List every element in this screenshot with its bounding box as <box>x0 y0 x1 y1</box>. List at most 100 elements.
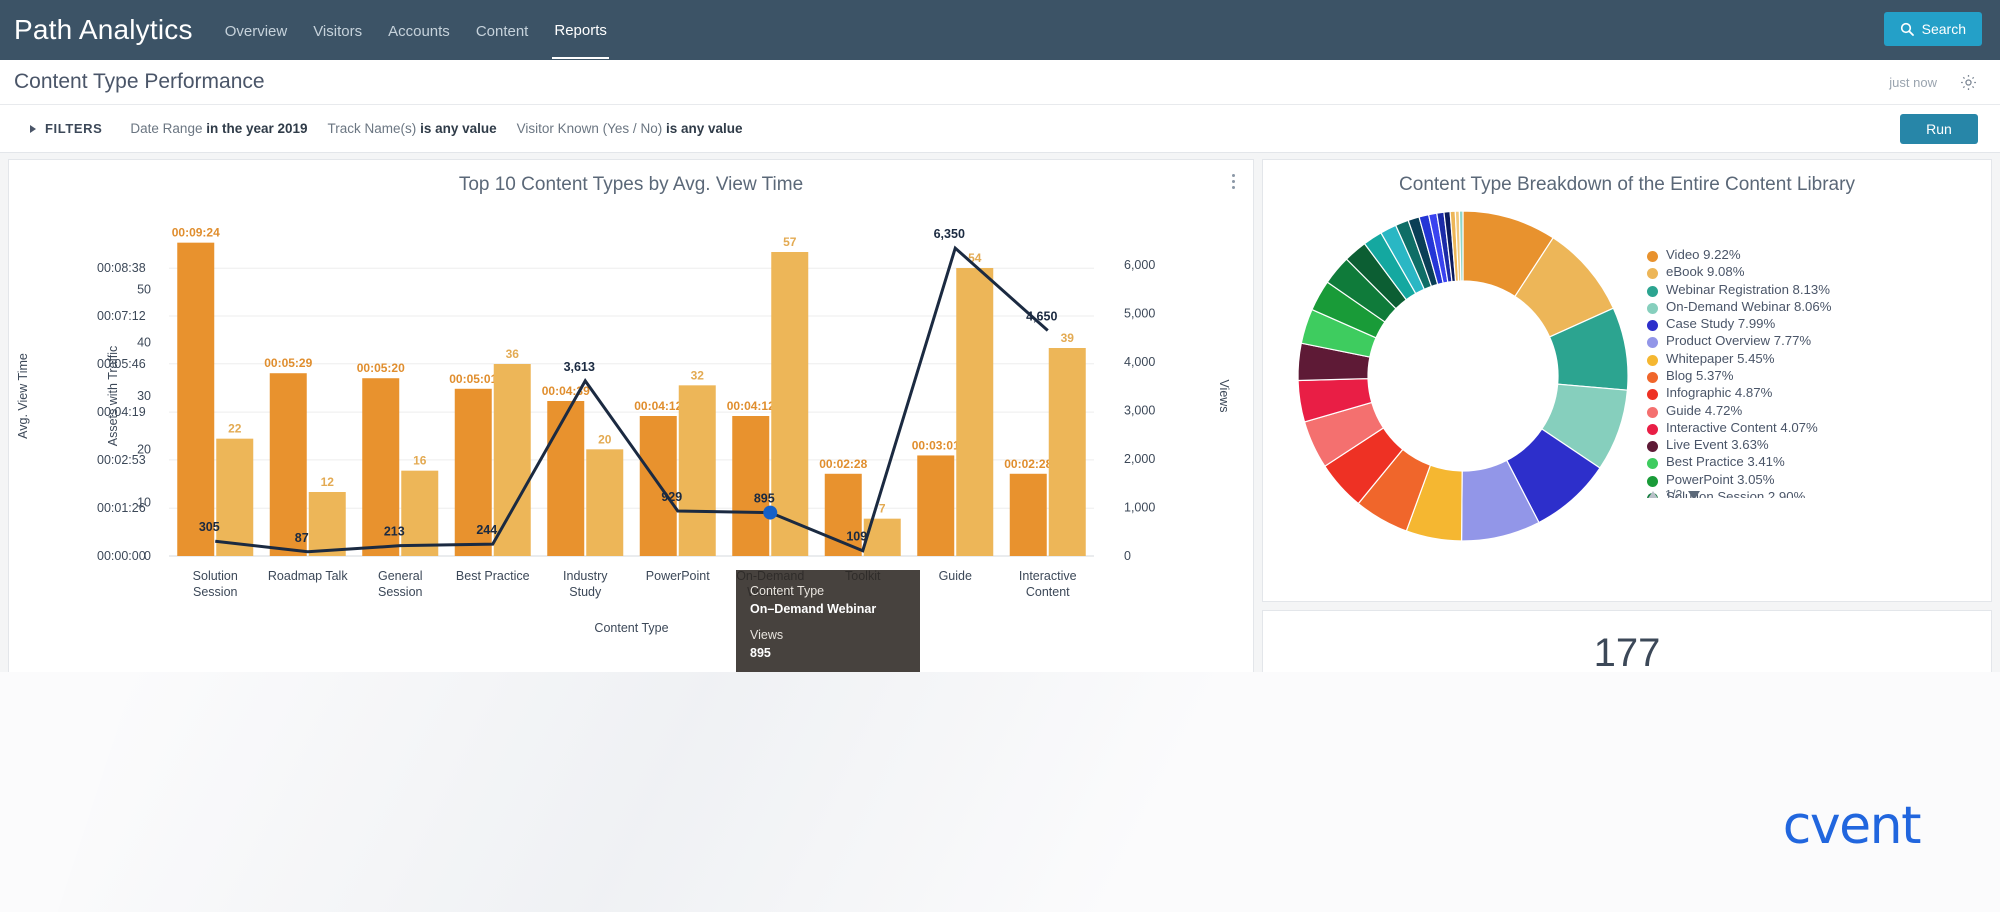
donut-legend-label: Webinar Registration 8.13% <box>1666 283 1977 298</box>
gear-icon[interactable] <box>1959 73 1978 92</box>
background-watermark <box>25 672 1555 912</box>
nav-item-accounts[interactable]: Accounts <box>386 3 452 58</box>
donut-legend-label: PowerPoint 3.05% <box>1666 473 1977 488</box>
svg-text:00:02:28: 00:02:28 <box>1004 457 1052 471</box>
app-brand-title: Path Analytics <box>14 14 193 46</box>
donut-legend-label: Blog 5.37% <box>1666 369 1977 384</box>
donut-legend-item[interactable]: Whitepaper 5.45% <box>1647 352 1977 367</box>
svg-text:Avg. View Time: Avg. View Time <box>16 353 30 439</box>
svg-text:36: 36 <box>506 347 520 361</box>
filter-chip-date-range[interactable]: Date Range in the year 2019 <box>130 121 307 136</box>
donut-legend-label: Solution Session 2.90% <box>1666 490 1977 498</box>
donut-legend-item[interactable]: Best Practice 3.41% <box>1647 455 1977 470</box>
svg-text:4,000: 4,000 <box>1124 355 1155 369</box>
svg-text:0: 0 <box>144 549 151 563</box>
svg-text:6,350: 6,350 <box>934 227 965 241</box>
svg-text:32: 32 <box>691 368 705 382</box>
donut-legend-item[interactable]: Webinar Registration 8.13% <box>1647 283 1977 298</box>
legend-dot-icon <box>1647 476 1658 487</box>
nav-item-content[interactable]: Content <box>474 3 531 58</box>
report-title-bar: Content Type Performance just now <box>0 60 2000 105</box>
filter-name: Visitor Known (Yes / No) <box>517 121 663 136</box>
donut-chart-tile: Content Type Breakdown of the Entire Con… <box>1262 159 1992 602</box>
nav-item-overview[interactable]: Overview <box>223 3 290 58</box>
svg-text:Session: Session <box>193 585 238 599</box>
svg-text:General: General <box>378 569 422 583</box>
donut-legend-item[interactable]: Case Study 7.99% <box>1647 317 1977 332</box>
svg-text:2,000: 2,000 <box>1124 452 1155 466</box>
legend-dot-icon <box>1647 303 1658 314</box>
page-footer: cvent <box>0 672 2000 912</box>
donut-legend-label: Whitepaper 5.45% <box>1666 352 1977 367</box>
legend-dot-icon <box>1647 389 1658 400</box>
donut-legend-item[interactable]: Infographic 4.87% <box>1647 386 1977 401</box>
svg-text:00:02:28: 00:02:28 <box>819 457 867 471</box>
bar-chart-tile: Top 10 Content Types by Avg. View Time 0… <box>8 159 1254 720</box>
donut-legend-item[interactable]: Live Event 3.63% <box>1647 438 1977 453</box>
kpi-value: 177 <box>1594 632 1661 674</box>
dashboard-area: Top 10 Content Types by Avg. View Time 0… <box>0 153 2000 720</box>
last-updated-timestamp: just now <box>1889 75 1937 90</box>
donut-legend-item[interactable]: Video 9.22% <box>1647 248 1977 263</box>
triangle-up-icon[interactable] <box>1647 491 1659 499</box>
filter-chip-track-names[interactable]: Track Name(s) is any value <box>328 121 497 136</box>
svg-text:Guide: Guide <box>939 569 972 583</box>
legend-dot-icon <box>1647 424 1658 435</box>
svg-text:Assets with Traffic: Assets with Traffic <box>106 346 120 447</box>
triangle-down-icon[interactable] <box>1688 491 1700 499</box>
svg-text:Solution: Solution <box>193 569 238 583</box>
main-nav-links: Overview Visitors Accounts Content Repor… <box>223 2 609 59</box>
donut-legend-item[interactable]: PowerPoint 3.05% <box>1647 473 1977 488</box>
svg-text:Content Type: Content Type <box>594 621 668 635</box>
run-button[interactable]: Run <box>1900 114 1978 144</box>
search-button[interactable]: Search <box>1884 12 1982 46</box>
donut-legend-label: Product Overview 7.77% <box>1666 334 1977 349</box>
svg-text:00:03:01: 00:03:01 <box>912 438 960 452</box>
svg-text:244: 244 <box>476 523 497 537</box>
nav-item-reports[interactable]: Reports <box>552 2 609 59</box>
svg-text:7: 7 <box>879 502 886 516</box>
right-column: Content Type Breakdown of the Entire Con… <box>1262 159 1992 720</box>
search-button-label: Search <box>1922 21 1966 37</box>
donut-legend-item[interactable]: On-Demand Webinar 8.06% <box>1647 300 1977 315</box>
title-bar-actions: just now <box>1889 73 1978 92</box>
svg-text:Content: Content <box>1026 585 1070 599</box>
donut-legend-pager: 1/2 <box>1647 488 1700 498</box>
svg-text:40: 40 <box>137 336 151 350</box>
donut-legend-label: Case Study 7.99% <box>1666 317 1977 332</box>
legend-dot-icon <box>1647 286 1658 297</box>
svg-text:00:07:12: 00:07:12 <box>97 309 146 323</box>
svg-text:Views: Views <box>1217 379 1231 412</box>
donut-legend-page-indicator: 1/2 <box>1665 488 1682 498</box>
donut-legend-item[interactable]: Blog 5.37% <box>1647 369 1977 384</box>
svg-text:10: 10 <box>137 496 151 510</box>
svg-text:00:04:12: 00:04:12 <box>634 399 682 413</box>
svg-text:30: 30 <box>137 389 151 403</box>
donut-legend-item[interactable]: Guide 4.72% <box>1647 404 1977 419</box>
filters-bar: FILTERS Date Range in the year 2019 Trac… <box>0 105 2000 153</box>
svg-text:1,000: 1,000 <box>1124 501 1155 515</box>
bar-chart-title: Top 10 Content Types by Avg. View Time <box>9 160 1253 196</box>
filter-value: is any value <box>420 121 497 136</box>
filter-value: in the year 2019 <box>206 121 307 136</box>
legend-dot-icon <box>1647 268 1658 279</box>
donut-legend-label: On-Demand Webinar 8.06% <box>1666 300 1977 315</box>
donut-legend-item[interactable]: eBook 9.08% <box>1647 265 1977 280</box>
filter-chip-visitor-known[interactable]: Visitor Known (Yes / No) is any value <box>517 121 743 136</box>
svg-text:16: 16 <box>413 454 427 468</box>
filters-toggle[interactable]: FILTERS <box>30 121 102 136</box>
svg-text:39: 39 <box>1061 331 1075 345</box>
kebab-menu-icon[interactable] <box>1232 174 1235 189</box>
nav-item-visitors[interactable]: Visitors <box>311 3 364 58</box>
donut-chart-legend: Video 9.22% eBook 9.08% Webinar Registrati… <box>1647 248 1977 498</box>
donut-legend-item[interactable]: Interactive Content 4.07% <box>1647 421 1977 436</box>
svg-text:0: 0 <box>1124 549 1131 563</box>
donut-legend-item[interactable]: Product Overview 7.77% <box>1647 334 1977 349</box>
svg-text:00:05:01: 00:05:01 <box>449 372 497 386</box>
svg-text:00:00:00: 00:00:00 <box>97 549 146 563</box>
svg-text:87: 87 <box>295 531 309 545</box>
page-title: Content Type Performance <box>14 70 265 94</box>
filter-name: Track Name(s) <box>328 121 417 136</box>
svg-text:12: 12 <box>321 475 335 489</box>
svg-text:On-Demand: On-Demand <box>736 569 804 583</box>
